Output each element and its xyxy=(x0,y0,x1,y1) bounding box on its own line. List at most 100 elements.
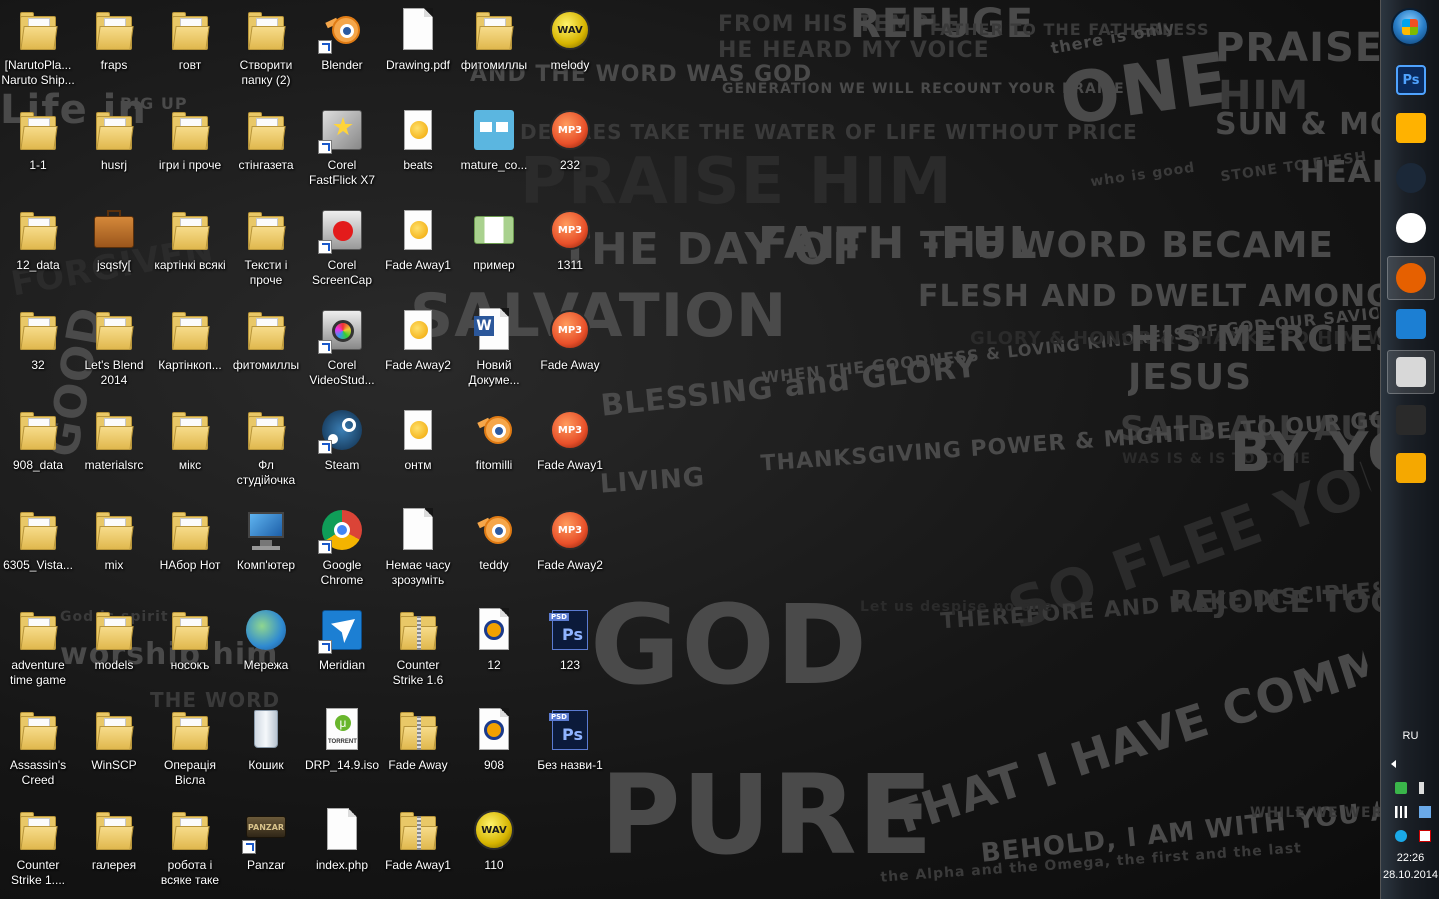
desktop-icon-counter-strike-1-6[interactable]: Counter Strike 1.6 xyxy=(380,600,456,696)
desktop-icon-створити-папку-2[interactable]: Створити папку (2) xyxy=(228,0,304,96)
desktop-icon-говт[interactable]: говт xyxy=(152,0,228,96)
shortcut-arrow-icon xyxy=(318,340,332,354)
desktop-icon-набор-нот[interactable]: НАбор Нот xyxy=(152,500,228,596)
desktop-icon-232[interactable]: MP3 232 xyxy=(532,100,608,196)
taskbar: Ps RU 22:26 28.10.2014 xyxy=(1380,0,1439,899)
desktop-icon-пример[interactable]: пример xyxy=(456,200,532,296)
desktop-icon-908[interactable]: 908 xyxy=(456,700,532,796)
desktop-icon-12-data[interactable]: 12_data xyxy=(0,200,76,296)
taskbar-button-chrome[interactable] xyxy=(1387,206,1435,250)
desktop-icon-assassin-s-creed[interactable]: Assassin's Creed xyxy=(0,700,76,796)
desktop-icon-counter-strike-1[interactable]: Counter Strike 1.... xyxy=(0,800,76,896)
desktop-icon-steam[interactable]: Steam xyxy=(304,400,380,496)
volume-icon[interactable] xyxy=(1419,782,1431,794)
desktop-icon-drp-14-9-iso[interactable]: TORRENT DRP_14.9.iso xyxy=(304,700,380,796)
folder-icon xyxy=(242,106,290,154)
desktop-icon-908-data[interactable]: 908_data xyxy=(0,400,76,496)
taskbar-button-meridian[interactable] xyxy=(1387,302,1435,346)
desktop-icon-fade-away1[interactable]: Fade Away1 xyxy=(380,200,456,296)
desktop-icon-meridian[interactable]: Meridian xyxy=(304,600,380,696)
desktop-icon-fraps[interactable]: fraps xyxy=(76,0,152,96)
desktop-icon-фитомиллы[interactable]: фитомиллы xyxy=(456,0,532,96)
taskbar-button-snipping-tool[interactable] xyxy=(1387,350,1435,394)
desktop-icon-corel-fastflick-x7[interactable]: Corel FastFlick X7 xyxy=(304,100,380,196)
desktop-icon-blender[interactable]: Blender xyxy=(304,0,380,96)
clock-date[interactable]: 28.10.2014 xyxy=(1381,869,1439,881)
desktop-icon-fade-away[interactable]: Fade Away xyxy=(380,700,456,796)
device-tray-icon[interactable] xyxy=(1419,806,1431,818)
desktop-icon-narutopla-naruto-ship[interactable]: [NarutoPla... Naruto Ship... xyxy=(0,0,76,96)
network-signal-icon[interactable] xyxy=(1395,806,1407,818)
document-icon xyxy=(394,506,442,554)
desktop-icon-fade-away2[interactable]: Fade Away2 xyxy=(380,300,456,396)
desktop-icon-label: 32 xyxy=(31,358,45,372)
desktop-icon-fade-away1[interactable]: Fade Away1 xyxy=(380,800,456,896)
desktop-icon-fade-away[interactable]: MP3 Fade Away xyxy=(532,300,608,396)
desktop-icon-beats[interactable]: beats xyxy=(380,100,456,196)
taskbar-button-app-triangle[interactable] xyxy=(1387,446,1435,490)
desktop-icon-jsqsfy[interactable]: jsqsfy[ xyxy=(76,200,152,296)
desktop-icon-мережа[interactable]: Мережа xyxy=(228,600,304,696)
action-center-icon[interactable] xyxy=(1419,830,1431,842)
desktop-icon-картінкі-всякі[interactable]: картінкі всякі xyxy=(152,200,228,296)
desktop-icon-winscp[interactable]: WinSCP xyxy=(76,700,152,796)
desktop-icon-corel-screencap-x7[interactable]: Corel ScreenCap X7 xyxy=(304,200,380,296)
desktop-icon-materialsrc[interactable]: materialsrc xyxy=(76,400,152,496)
desktop-icon-фитомиллы[interactable]: фитомиллы xyxy=(228,300,304,396)
taskbar-button-firefox[interactable] xyxy=(1387,256,1435,300)
desktop-icon-галерея[interactable]: галерея xyxy=(76,800,152,896)
desktop-icon-робота-і-всяке-таке[interactable]: робота і всяке таке xyxy=(152,800,228,896)
desktop-icon-носокъ[interactable]: носокъ xyxy=(152,600,228,696)
desktop-icon-corel-videostud[interactable]: Corel VideoStud... xyxy=(304,300,380,396)
skype-tray-icon[interactable] xyxy=(1395,830,1407,842)
desktop-icon-index-php[interactable]: index.php xyxy=(304,800,380,896)
desktop-icon-google-chrome[interactable]: Google Chrome xyxy=(304,500,380,596)
desktop-icon-label: 908_data xyxy=(12,458,64,472)
desktop-icon-новий-докуме[interactable]: W Новий Докуме... xyxy=(456,300,532,396)
taskbar-button-photoshop[interactable]: Ps xyxy=(1387,58,1435,102)
desktop-icon-12[interactable]: 12 xyxy=(456,600,532,696)
desktop-icon-mature-co[interactable]: mature_co... xyxy=(456,100,532,196)
desktop-icon-teddy[interactable]: teddy xyxy=(456,500,532,596)
desktop-icon-let-s-blend-2014[interactable]: Let's Blend 2014 xyxy=(76,300,152,396)
desktop-icon-fade-away1[interactable]: MP3 Fade Away1 xyxy=(532,400,608,496)
desktop-icon-онтм[interactable]: онтм xyxy=(380,400,456,496)
shortcut-arrow-icon xyxy=(242,840,256,854)
desktop-icon-без-назви-1[interactable]: PSD Ps Без назви-1 xyxy=(532,700,608,796)
tray-expand-icon[interactable] xyxy=(1391,760,1396,768)
taskbar-button-app-red[interactable] xyxy=(1387,398,1435,442)
desktop-icon-операція-вісла[interactable]: Операція Вісла xyxy=(152,700,228,796)
start-button[interactable] xyxy=(1391,8,1429,46)
desktop-icon-кошик[interactable]: Кошик xyxy=(228,700,304,796)
desktop-icon-husrj[interactable]: husrj xyxy=(76,100,152,196)
desktop-icon-panzar[interactable]: PANZAR Panzar xyxy=(228,800,304,896)
desktop-icon-models[interactable]: models xyxy=(76,600,152,696)
desktop-icon-melody[interactable]: WAV melody xyxy=(532,0,608,96)
desktop-icon-drawing-pdf[interactable]: Drawing.pdf xyxy=(380,0,456,96)
desktop-icon-mix[interactable]: mix xyxy=(76,500,152,596)
desktop-icon-110[interactable]: WAV 110 xyxy=(456,800,532,896)
desktop-icon-фл-студійочка[interactable]: Фл студійочка xyxy=(228,400,304,496)
desktop-icon-1-1[interactable]: 1-1 xyxy=(0,100,76,196)
desktop-icon-32[interactable]: 32 xyxy=(0,300,76,396)
taskbar-button-fl-studio[interactable] xyxy=(1387,106,1435,150)
desktop-icon-стінгазета[interactable]: стінгазета xyxy=(228,100,304,196)
desktop-icon-тексти-і-проче[interactable]: Тексти і проче xyxy=(228,200,304,296)
desktop-icon-6305-vista[interactable]: 6305_Vista... xyxy=(0,500,76,596)
desktop-icon-adventure-time-game[interactable]: adventure time game xyxy=(0,600,76,696)
desktop-icon-1311[interactable]: MP3 1311 xyxy=(532,200,608,296)
desktop-icon-123[interactable]: PSD Ps 123 xyxy=(532,600,608,696)
desktop-icon-fitomilli[interactable]: fitomilli xyxy=(456,400,532,496)
desktop-icon-картінкоп[interactable]: Картінкоп... xyxy=(152,300,228,396)
desktop-icon-label: Створити папку (2) xyxy=(239,58,293,87)
desktop-icon-label: Assassin's Creed xyxy=(9,758,67,787)
language-indicator[interactable]: RU xyxy=(1381,730,1439,742)
desktop-icon-fade-away2[interactable]: MP3 Fade Away2 xyxy=(532,500,608,596)
desktop-icon-комп-ютер[interactable]: Комп'ютер xyxy=(228,500,304,596)
taskbar-button-steam[interactable] xyxy=(1387,156,1435,200)
clock-time[interactable]: 22:26 xyxy=(1381,852,1439,864)
desktop-icon-мікс[interactable]: мікс xyxy=(152,400,228,496)
shield-tray-icon[interactable] xyxy=(1395,782,1407,794)
desktop-icon-немає-часу-зрозуміть[interactable]: Немає часу зрозуміть xyxy=(380,500,456,596)
desktop-icon-ігри-і-проче[interactable]: ігри і проче xyxy=(152,100,228,196)
